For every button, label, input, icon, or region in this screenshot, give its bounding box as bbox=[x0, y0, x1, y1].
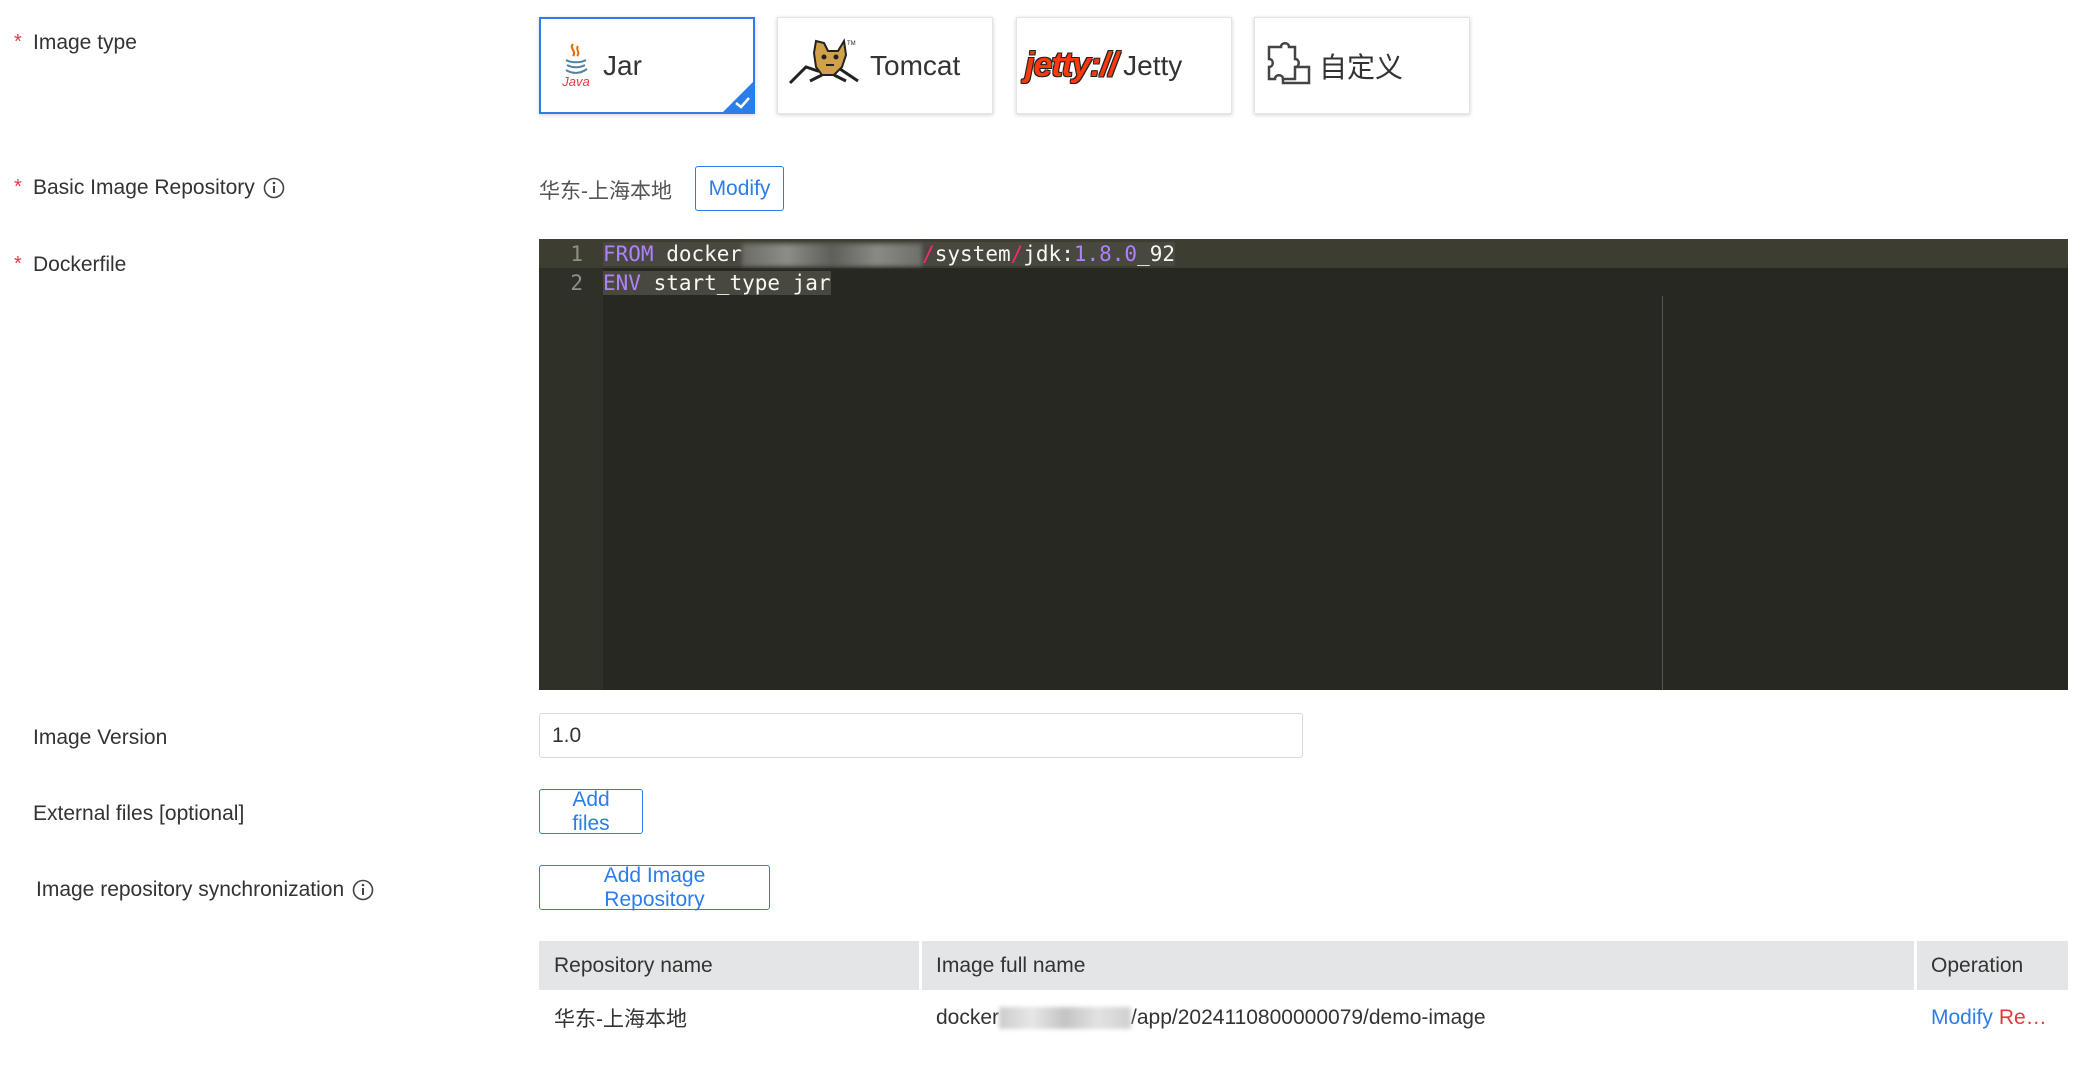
selected-check-icon bbox=[723, 82, 753, 112]
column-header-repo-name: Repository name bbox=[554, 953, 713, 977]
external-files-label: External files [optional] bbox=[33, 802, 245, 825]
cell-operation: Modify Re… bbox=[1931, 1003, 2047, 1033]
line-number: 2 bbox=[570, 270, 583, 295]
jetty-label: Jetty bbox=[1123, 49, 1183, 81]
basic-repo-modify-button[interactable]: Modify bbox=[695, 166, 784, 211]
image-type-label: Image type bbox=[33, 31, 137, 54]
repo-sync-label: Image repository synchronization bbox=[36, 878, 374, 902]
row-remove-link[interactable]: Re… bbox=[1999, 1006, 2047, 1030]
line-code[interactable]: FROM docker/system/jdk:1.8.0_92 bbox=[603, 241, 1175, 266]
cell-full-name: docker/app/2024110800000079/demo-image bbox=[936, 1006, 1486, 1029]
editor-gutter bbox=[539, 239, 603, 690]
row-modify-link[interactable]: Modify bbox=[1931, 1006, 1993, 1030]
image-version-label: Image Version bbox=[33, 726, 168, 749]
editor-line[interactable]: 2 ENV start_type jar bbox=[539, 268, 2068, 297]
image-type-jetty[interactable]: jetty:// Jetty bbox=[1016, 17, 1232, 114]
dockerfile-label: Dockerfile bbox=[33, 253, 127, 276]
tomcat-icon: TM bbox=[788, 37, 860, 94]
info-icon[interactable] bbox=[263, 177, 285, 199]
redacted-registry bbox=[999, 1007, 1132, 1029]
custom-label: 自定义 bbox=[1319, 51, 1404, 83]
basic-repo-label: Basic Image Repository bbox=[33, 176, 285, 200]
add-files-button[interactable]: Add files bbox=[539, 788, 643, 835]
redacted-registry bbox=[742, 243, 923, 266]
tomcat-label: Tomcat bbox=[870, 49, 961, 81]
required-mark: * bbox=[14, 253, 22, 275]
basic-repo-value: 华东-上海本地 bbox=[539, 180, 672, 203]
column-header-operation: Operation bbox=[1931, 953, 2024, 977]
line-code[interactable]: ENV start_type jar bbox=[603, 270, 831, 295]
cell-repo-name: 华东-上海本地 bbox=[554, 1008, 687, 1031]
info-icon[interactable] bbox=[352, 879, 374, 901]
image-type-tomcat[interactable]: TM Tomcat bbox=[777, 17, 993, 114]
add-image-repository-button[interactable]: Add Image Repository bbox=[539, 864, 770, 911]
repo-table-header: Repository name Image full name Operatio… bbox=[539, 941, 2068, 990]
puzzle-icon bbox=[1265, 39, 1313, 92]
image-version-input[interactable] bbox=[539, 713, 1303, 758]
column-separator bbox=[919, 941, 922, 990]
jetty-icon: jetty:// bbox=[1025, 46, 1118, 84]
column-separator bbox=[1914, 941, 1917, 990]
java-icon: Java bbox=[559, 42, 593, 89]
required-mark: * bbox=[14, 31, 22, 53]
required-mark: * bbox=[14, 176, 22, 198]
print-margin bbox=[1662, 296, 1663, 690]
line-number: 1 bbox=[570, 241, 583, 266]
jar-label: Jar bbox=[603, 49, 642, 81]
editor-line[interactable]: 1 FROM docker/system/jdk:1.8.0_92 bbox=[539, 239, 2068, 268]
image-type-jar[interactable]: Java Jar bbox=[539, 17, 755, 114]
dockerfile-editor[interactable]: 1 FROM docker/system/jdk:1.8.0_92 2 ENV … bbox=[539, 239, 2068, 690]
column-header-full-name: Image full name bbox=[936, 953, 1086, 977]
svg-text:TM: TM bbox=[847, 41, 856, 47]
image-type-custom[interactable]: 自定义 bbox=[1254, 17, 1470, 114]
